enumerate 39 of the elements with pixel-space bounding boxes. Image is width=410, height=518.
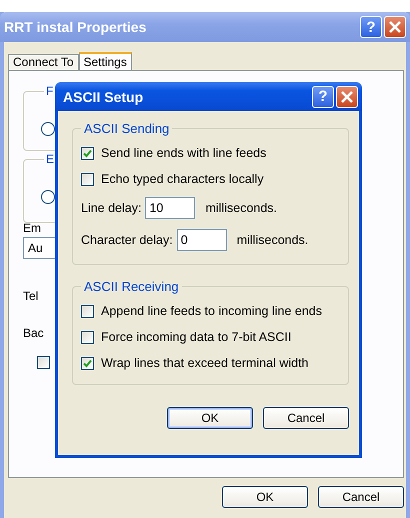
group-label: E	[44, 152, 56, 166]
group-title: ASCII Receiving	[83, 279, 180, 294]
dialog-button[interactable]: Cancel	[263, 407, 349, 429]
field-label: Em	[23, 221, 41, 235]
dialog-button[interactable]: OK	[222, 486, 308, 508]
dialog-title: ASCII Setup	[63, 88, 144, 104]
field-label: Character delay:	[81, 233, 173, 247]
checkbox-label: Wrap lines that exceed terminal width	[101, 356, 309, 370]
close-button[interactable]	[336, 86, 358, 108]
help-button[interactable]: ?	[360, 16, 382, 38]
input-field[interactable]: 10	[145, 197, 196, 219]
checkbox-label: Echo typed characters locally	[101, 172, 264, 186]
checkbox[interactable]	[81, 330, 94, 344]
checkbox-label: Append line feeds to incoming line ends	[101, 304, 322, 318]
checkbox[interactable]	[37, 356, 50, 369]
close-icon	[340, 90, 354, 104]
checkbox-label: Send line ends with line feeds	[101, 146, 266, 160]
checkbox[interactable]	[81, 172, 94, 186]
field-label: Tel	[23, 289, 38, 303]
radio-button[interactable]	[41, 122, 55, 136]
checkbox[interactable]	[81, 146, 94, 160]
close-icon	[388, 20, 402, 34]
group-title: ASCII Sending	[83, 121, 170, 136]
checkbox[interactable]	[81, 304, 94, 318]
group-label: F	[44, 84, 56, 98]
tab[interactable]: Settings	[78, 52, 132, 71]
tab[interactable]: Connect To	[8, 54, 78, 70]
dialog-button[interactable]: Cancel	[318, 486, 404, 508]
checkbox-label: Force incoming data to 7-bit ASCII	[101, 330, 292, 344]
field-label: Bac	[23, 326, 44, 340]
unit-label: milliseconds.	[205, 201, 278, 215]
window-title: RRT instal Properties	[4, 19, 146, 35]
input-field[interactable]: 0	[176, 229, 227, 251]
radio-button[interactable]	[41, 190, 55, 204]
dialog-button[interactable]: OK	[167, 407, 253, 429]
close-button[interactable]	[384, 16, 406, 38]
unit-label: milliseconds.	[236, 233, 308, 247]
field-label: Line delay:	[81, 201, 142, 215]
checkbox[interactable]	[81, 356, 94, 370]
